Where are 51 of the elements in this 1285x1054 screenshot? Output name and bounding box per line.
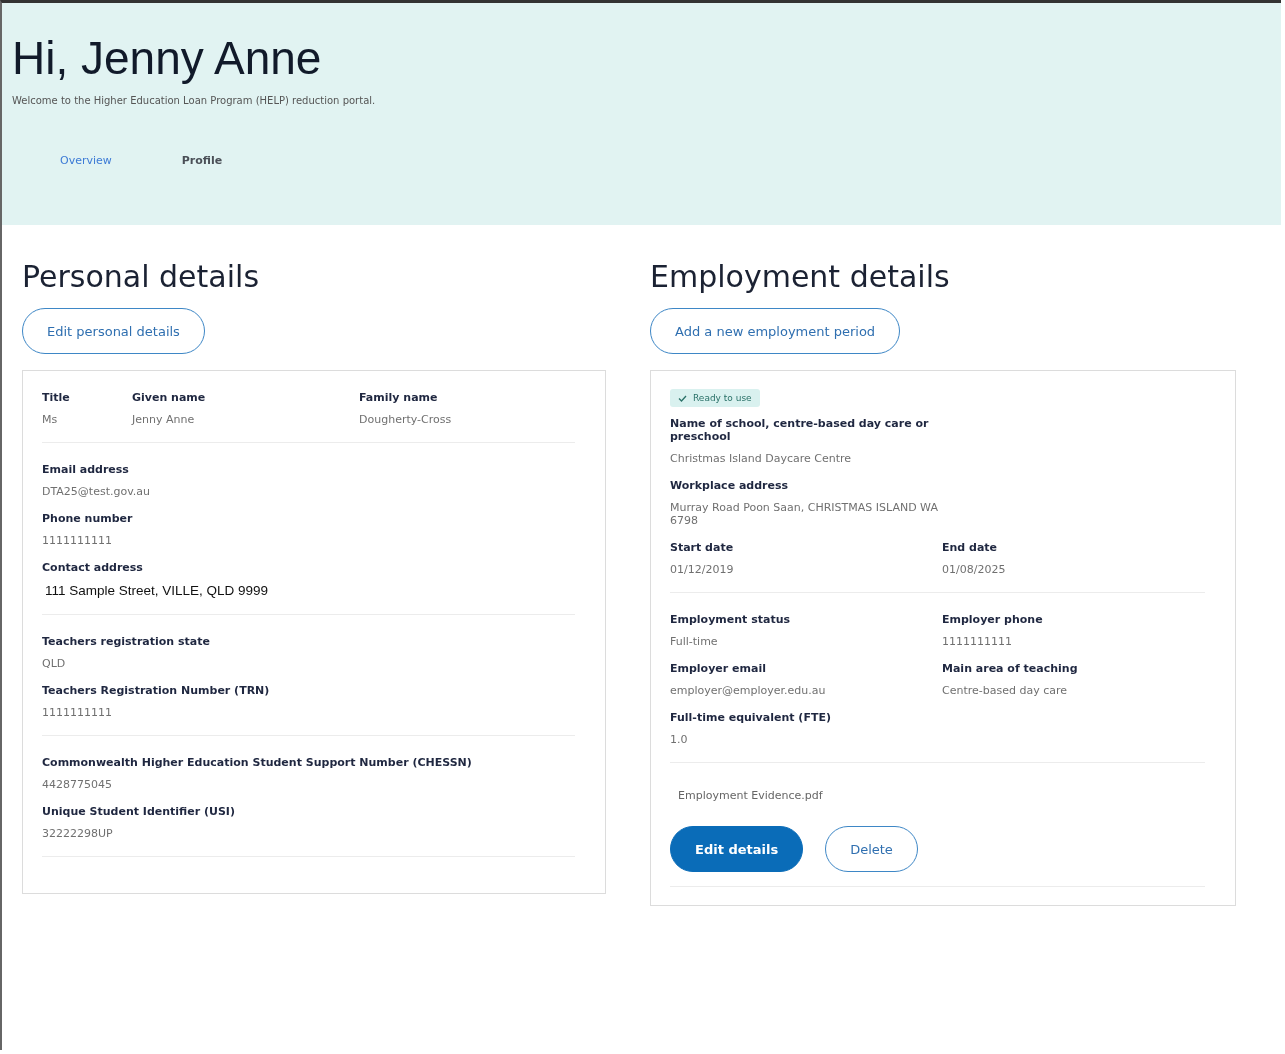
check-icon bbox=[678, 394, 687, 402]
field-value: 1111111111 bbox=[942, 635, 1012, 648]
nav-tab[interactable]: Overview bbox=[60, 154, 112, 167]
field-value: 01/08/2025 bbox=[942, 563, 1006, 576]
field-label: Teachers Registration Number (TRN) bbox=[42, 684, 270, 697]
field-label: Phone number bbox=[42, 512, 133, 525]
field-label: Main area of teaching bbox=[942, 662, 1078, 675]
field-value: 01/12/2019 bbox=[670, 563, 734, 576]
field-value: 1111111111 bbox=[42, 706, 112, 719]
field-value: Dougherty-Cross bbox=[359, 413, 452, 426]
field-label: Full-time equivalent (FTE) bbox=[670, 711, 831, 724]
field-value: employer@employer.edu.au bbox=[670, 684, 826, 697]
field-value: Christmas Island Daycare Centre bbox=[670, 452, 852, 465]
field-value: QLD bbox=[42, 657, 66, 670]
field-value: 111 Sample Street, VILLE, QLD 9999 bbox=[44, 583, 269, 598]
field-label: Workplace address bbox=[670, 479, 789, 492]
field-label: Title bbox=[42, 391, 70, 404]
field-value: Centre-based day care bbox=[942, 684, 1068, 697]
field-label: Employer phone bbox=[942, 613, 1043, 626]
add-employment-button[interactable]: Add a new employment period bbox=[650, 308, 901, 354]
field-value: 4428775045 bbox=[42, 778, 112, 791]
field-label: Given name bbox=[132, 391, 206, 404]
field-label: Name of school, centre-based day care or preschool bbox=[670, 417, 930, 443]
edit-personal-details-button[interactable]: Edit personal details bbox=[22, 308, 205, 354]
field-value: 1111111111 bbox=[42, 534, 112, 547]
field-label: Start date bbox=[670, 541, 734, 554]
edit-details-button[interactable]: Edit details bbox=[670, 826, 804, 872]
field-value: 1.0 bbox=[670, 733, 688, 746]
field-label: Employer email bbox=[670, 662, 766, 675]
field-value: DTA25@test.gov.au bbox=[42, 485, 151, 498]
greeting-heading: Hi, Jenny Anne bbox=[12, 31, 322, 85]
field-value: Ms bbox=[42, 413, 58, 426]
field-value: 32222298UP bbox=[42, 827, 113, 840]
section-heading: Personal details bbox=[22, 259, 259, 294]
field-label: End date bbox=[942, 541, 998, 554]
field-value: Jenny Anne bbox=[132, 413, 195, 426]
field-label: Teachers registration state bbox=[42, 635, 210, 648]
field-value: Murray Road Poon Saan, CHRISTMAS ISLAND WA 6798 bbox=[670, 501, 939, 527]
delete-button[interactable]: Delete bbox=[825, 826, 918, 872]
status-badge: Ready to use bbox=[670, 389, 760, 407]
field-label: Commonwealth Higher Education Student Support Number (CHESSN) bbox=[42, 756, 472, 769]
field-label: Family name bbox=[359, 391, 438, 404]
field-value: Full-time bbox=[670, 635, 718, 648]
field-label: Email address bbox=[42, 463, 129, 476]
field-label: Unique Student Identifier (USI) bbox=[42, 805, 235, 818]
nav-tab[interactable]: Profile bbox=[181, 154, 223, 167]
section-heading: Employment details bbox=[650, 259, 950, 294]
field-label: Employment status bbox=[670, 613, 791, 626]
field-label: Contact address bbox=[42, 561, 143, 574]
file-link[interactable]: Employment Evidence.pdf bbox=[670, 781, 831, 810]
welcome-text: Welcome to the Higher Education Loan Program (HELP) reduction portal. bbox=[12, 95, 376, 106]
